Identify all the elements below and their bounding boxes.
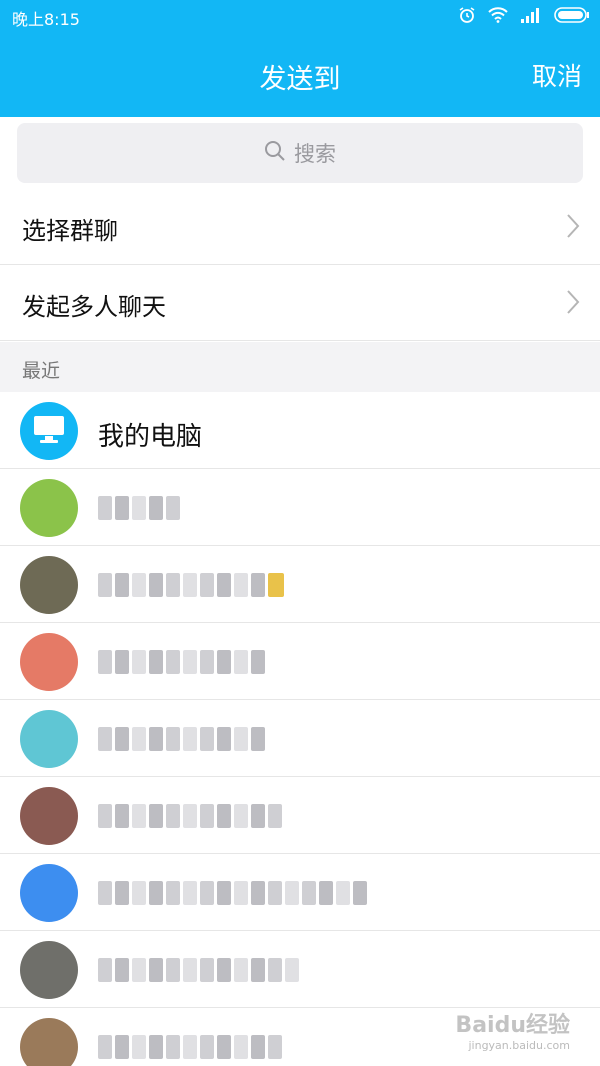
contact-name-blurred: [98, 495, 180, 521]
menu-label: 选择群聊: [22, 217, 118, 245]
list-item[interactable]: [0, 469, 600, 546]
chevron-right-icon: [566, 289, 580, 319]
contact-name-blurred: [98, 880, 367, 906]
search-input[interactable]: 搜索: [17, 123, 583, 183]
avatar: [20, 710, 78, 768]
contact-name-blurred: [98, 572, 284, 598]
menu-label: 发起多人聊天: [22, 293, 166, 321]
contact-name-blurred: [98, 957, 299, 983]
avatar: [20, 787, 78, 845]
contact-name-blurred: [98, 1034, 282, 1060]
start-multi-chat-row[interactable]: 发起多人聊天: [0, 265, 600, 341]
top-bar: 晚上8:15 发送到 取消: [0, 0, 600, 117]
search-area: 搜索: [0, 117, 600, 189]
status-bar: 晚上8:15: [0, 0, 600, 34]
wifi-icon: [488, 7, 508, 27]
chevron-right-icon: [566, 213, 580, 243]
battery-icon: [554, 7, 590, 27]
section-header-recent: 最近: [0, 342, 600, 392]
avatar: [20, 479, 78, 537]
list-item[interactable]: [0, 854, 600, 931]
avatar: [20, 402, 78, 460]
list-item[interactable]: [0, 931, 600, 1008]
cancel-button[interactable]: 取消: [532, 57, 582, 93]
list-item[interactable]: [0, 777, 600, 854]
alarm-icon: [458, 6, 476, 28]
select-group-chat-row[interactable]: 选择群聊: [0, 189, 600, 265]
computer-icon: [32, 414, 66, 448]
signal-icon: [520, 7, 542, 27]
list-item[interactable]: [0, 546, 600, 623]
contact-name: 我的电脑: [98, 422, 203, 452]
section-label: 最近: [22, 360, 61, 382]
search-placeholder: 搜索: [294, 142, 336, 166]
list-item-my-computer[interactable]: 我的电脑: [0, 392, 600, 469]
contact-name-blurred: [98, 649, 265, 675]
contact-name-blurred: [98, 803, 282, 829]
page-title: 发送到: [259, 64, 341, 95]
status-icons: [458, 6, 590, 28]
contact-name-blurred: [98, 726, 265, 752]
status-time: 晚上8:15: [12, 10, 80, 29]
list-item[interactable]: [0, 700, 600, 777]
list-item[interactable]: [0, 623, 600, 700]
watermark: Baidu经验 jingyan.baidu.com: [455, 1007, 570, 1052]
avatar: [20, 864, 78, 922]
avatar: [20, 1018, 78, 1066]
avatar: [20, 941, 78, 999]
avatar: [20, 633, 78, 691]
watermark-sub: jingyan.baidu.com: [468, 1039, 570, 1052]
watermark-text: Baidu经验: [455, 1013, 570, 1038]
search-icon: [264, 140, 286, 166]
avatar: [20, 556, 78, 614]
